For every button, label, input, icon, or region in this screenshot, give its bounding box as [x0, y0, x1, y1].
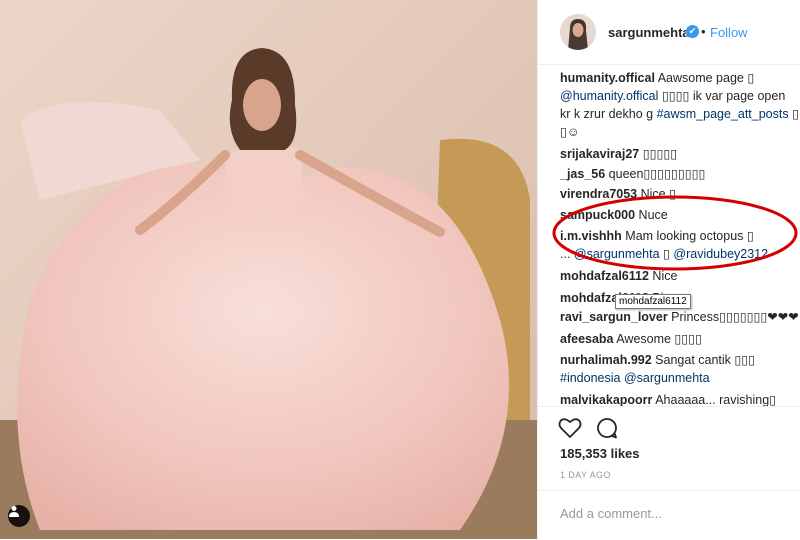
- heart-icon[interactable]: [558, 417, 582, 439]
- comment-username[interactable]: srijakaviraj27: [560, 147, 639, 161]
- comment-text: kr k zrur dekho g: [560, 107, 657, 121]
- post-timestamp: 1 DAY AGO: [560, 470, 611, 480]
- comment-icon[interactable]: [596, 417, 618, 439]
- comment-text: Princess▯▯▯▯▯▯▯❤❤❤: [667, 310, 799, 324]
- comment-line: _jas_56 queen▯▯▯▯▯▯▯▯▯: [560, 165, 800, 183]
- comment-text: Awesome ▯▯▯▯: [613, 332, 702, 346]
- action-bar: [538, 406, 800, 447]
- comment-line: humanity.offical Aawsome page ▯: [560, 69, 800, 87]
- post-header: sargunmehta ✔ • Follow: [538, 0, 800, 65]
- verified-badge-icon: ✔: [686, 25, 699, 38]
- comment-mention-link[interactable]: #indonesia: [560, 371, 620, 385]
- avatar[interactable]: [560, 14, 596, 50]
- comment-username[interactable]: ravi_sargun_lover: [560, 310, 668, 324]
- comment-text: Aawsome page ▯: [654, 71, 755, 85]
- comment-mention-link[interactable]: @sargunmehta: [624, 371, 710, 385]
- comment-text: Ahaaaaa... ravishing▯: [652, 393, 777, 406]
- comment-line: nurhalimah.992 Sangat cantik ▯▯▯: [560, 351, 800, 369]
- comment-username[interactable]: humanity.offical: [560, 71, 655, 85]
- comment-text: ▯: [788, 107, 799, 121]
- red-highlight-ellipse: [552, 195, 798, 271]
- person-icon: [9, 506, 19, 517]
- comment-line: ravi_sargun_lover Princess▯▯▯▯▯▯▯❤❤❤: [560, 308, 800, 326]
- comment-username[interactable]: malvikakapoorr: [560, 393, 652, 406]
- comment-line: kr k zrur dekho g #awsm_page_att_posts ▯: [560, 105, 800, 123]
- comment-text: ▯☺: [560, 125, 580, 139]
- comment-text: ▯▯▯▯▯: [639, 147, 678, 161]
- like-count[interactable]: 185,353 likes: [560, 446, 640, 461]
- add-comment-box[interactable]: Add a comment...: [538, 490, 800, 540]
- comment-text: Sangat cantik ▯▯▯: [651, 353, 756, 367]
- comment-line: @humanity.offical ▯▯▯▯ ik var page open: [560, 87, 800, 105]
- comment-username[interactable]: afeesaba: [560, 332, 614, 346]
- separator-dot: •: [701, 24, 706, 39]
- comment-text: queen▯▯▯▯▯▯▯▯▯: [605, 167, 706, 181]
- post-photo[interactable]: [0, 0, 537, 539]
- comment-line: malvikakapoorr Ahaaaaa... ravishing▯: [560, 391, 800, 406]
- avatar-image: [560, 14, 596, 50]
- comment-mention-link[interactable]: #awsm_page_att_posts: [657, 107, 789, 121]
- comment-line: afeesaba Awesome ▯▯▯▯: [560, 330, 800, 348]
- comment-line: ▯☺: [560, 123, 800, 141]
- comment-line: srijakaviraj27 ▯▯▯▯▯: [560, 145, 800, 163]
- comment-mention-link[interactable]: @humanity.offical: [560, 89, 658, 103]
- comment-line: #indonesia @sargunmehta: [560, 369, 800, 387]
- follow-button[interactable]: Follow: [710, 25, 748, 40]
- dress-photo-illustration: [0, 0, 537, 539]
- username[interactable]: sargunmehta: [608, 25, 690, 40]
- username-tooltip: mohdafzal6112: [615, 294, 691, 309]
- comment-text: ▯▯▯▯ ik var page open: [658, 89, 786, 103]
- comment-username[interactable]: _jas_56: [560, 167, 605, 181]
- add-comment-placeholder[interactable]: Add a comment...: [560, 506, 662, 521]
- user-tag-icon[interactable]: [8, 505, 30, 527]
- comment-username[interactable]: nurhalimah.992: [560, 353, 652, 367]
